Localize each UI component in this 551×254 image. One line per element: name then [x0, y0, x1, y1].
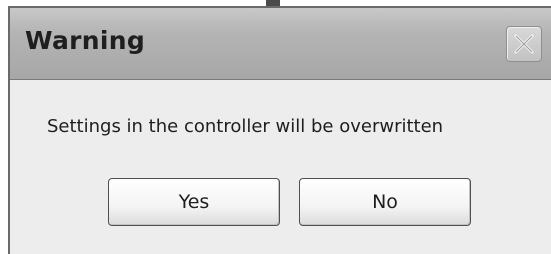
- no-button[interactable]: No: [299, 178, 471, 226]
- close-button[interactable]: [506, 26, 542, 62]
- dialog-title: Warning: [25, 26, 146, 55]
- yes-button[interactable]: Yes: [108, 178, 280, 226]
- yes-button-label: Yes: [178, 191, 210, 213]
- title-bar[interactable]: Warning: [10, 8, 551, 80]
- warning-dialog: Warning Settings in the controller will …: [8, 6, 551, 254]
- no-button-label: No: [372, 191, 398, 213]
- close-icon: [514, 34, 534, 54]
- dialog-message: Settings in the controller will be overw…: [47, 116, 444, 137]
